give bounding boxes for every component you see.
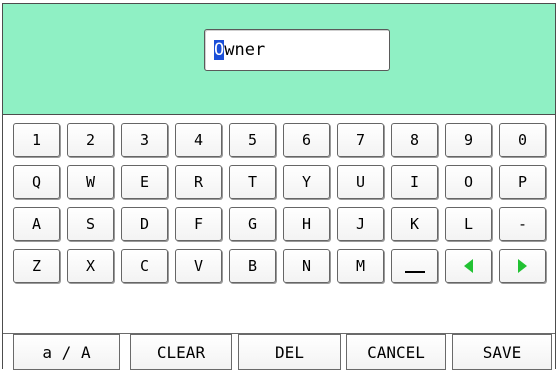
key-x[interactable]: X	[67, 249, 114, 283]
key-3[interactable]: 3	[121, 123, 168, 157]
key-p[interactable]: P	[499, 165, 546, 199]
text-rest: wner	[224, 40, 266, 60]
cancel-button[interactable]: CANCEL	[346, 334, 446, 370]
key-space[interactable]	[391, 249, 438, 283]
key-i[interactable]: I	[391, 165, 438, 199]
text-cursor: O	[214, 40, 225, 60]
key-g[interactable]: G	[229, 207, 276, 241]
keyboard-panel: 1 2 3 4 5 6 7 8 9 0 Q W E R T Y U I O P …	[3, 115, 555, 370]
key-u[interactable]: U	[337, 165, 384, 199]
key-0[interactable]: 0	[499, 123, 546, 157]
key-hyphen[interactable]: -	[499, 207, 546, 241]
key-o[interactable]: O	[445, 165, 492, 199]
keyboard-dialog: Owner 1 2 3 4 5 6 7 8 9 0 Q W E R T Y U …	[2, 3, 556, 370]
key-j[interactable]: J	[337, 207, 384, 241]
key-8[interactable]: 8	[391, 123, 438, 157]
key-2[interactable]: 2	[67, 123, 114, 157]
key-n[interactable]: N	[283, 249, 330, 283]
key-4[interactable]: 4	[175, 123, 222, 157]
key-h[interactable]: H	[283, 207, 330, 241]
key-9[interactable]: 9	[445, 123, 492, 157]
right-arrow-icon	[518, 259, 527, 273]
clear-button[interactable]: CLEAR	[130, 334, 232, 370]
key-e[interactable]: E	[121, 165, 168, 199]
key-5[interactable]: 5	[229, 123, 276, 157]
case-toggle-button[interactable]: a / A	[13, 334, 120, 370]
key-q[interactable]: Q	[13, 165, 60, 199]
key-7[interactable]: 7	[337, 123, 384, 157]
key-k[interactable]: K	[391, 207, 438, 241]
key-right-arrow[interactable]	[499, 249, 546, 283]
text-input[interactable]: Owner	[204, 29, 390, 71]
key-w[interactable]: W	[67, 165, 114, 199]
left-arrow-icon	[464, 259, 473, 273]
key-t[interactable]: T	[229, 165, 276, 199]
save-button[interactable]: SAVE	[452, 334, 552, 370]
key-d[interactable]: D	[121, 207, 168, 241]
key-r[interactable]: R	[175, 165, 222, 199]
key-m[interactable]: M	[337, 249, 384, 283]
key-6[interactable]: 6	[283, 123, 330, 157]
key-a[interactable]: A	[13, 207, 60, 241]
text-value: Owner	[214, 40, 265, 60]
key-z[interactable]: Z	[13, 249, 60, 283]
input-area: Owner	[3, 4, 555, 115]
key-1[interactable]: 1	[13, 123, 60, 157]
key-v[interactable]: V	[175, 249, 222, 283]
key-left-arrow[interactable]	[445, 249, 492, 283]
action-bar: a / A CLEAR DEL CANCEL SAVE	[3, 333, 555, 370]
key-c[interactable]: C	[121, 249, 168, 283]
del-button[interactable]: DEL	[238, 334, 341, 370]
key-f[interactable]: F	[175, 207, 222, 241]
key-s[interactable]: S	[67, 207, 114, 241]
key-b[interactable]: B	[229, 249, 276, 283]
space-icon	[404, 271, 425, 273]
key-y[interactable]: Y	[283, 165, 330, 199]
key-l[interactable]: L	[445, 207, 492, 241]
